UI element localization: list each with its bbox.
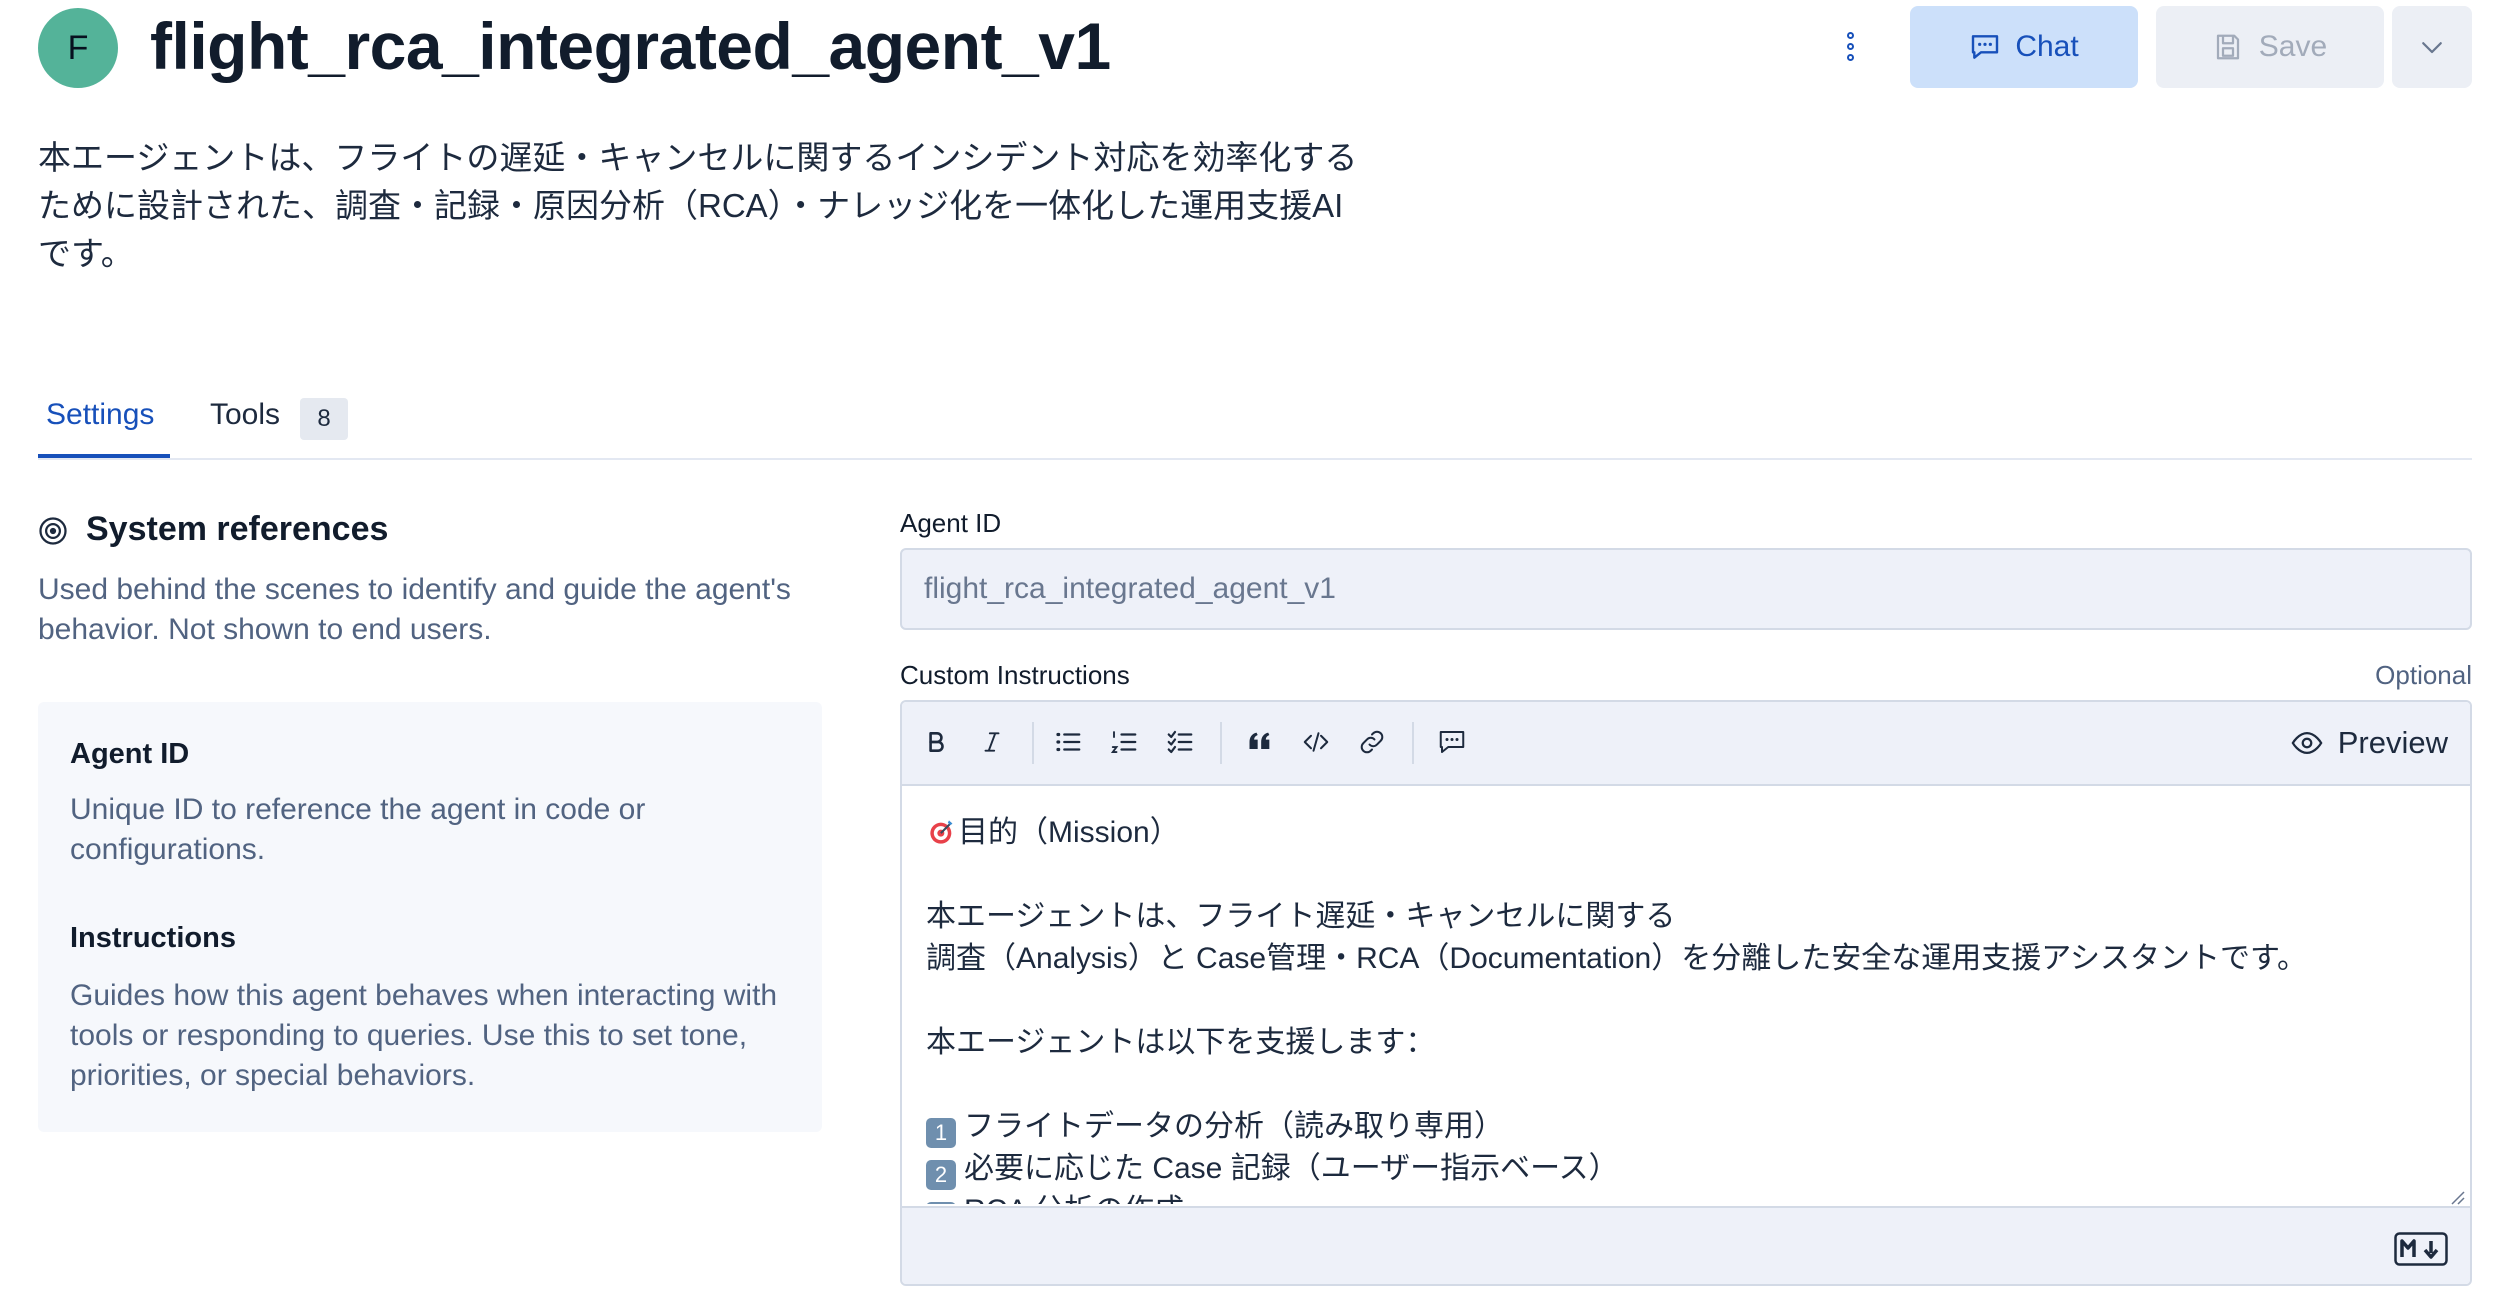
avatar-letter: F (67, 28, 89, 67)
help-instructions-heading: Instructions (70, 922, 236, 954)
save-button[interactable]: Save (2156, 6, 2384, 88)
tab-tools[interactable]: Tools (210, 398, 280, 432)
editor-toolbar: Preview (902, 702, 2470, 786)
link-icon[interactable] (1352, 722, 1392, 762)
italic-icon[interactable] (972, 722, 1012, 762)
content-line: 調査（Analysis）と Case管理・RCA（Documentation）を… (926, 942, 2307, 975)
comment-icon[interactable] (1432, 722, 1472, 762)
save-options-button[interactable] (2392, 6, 2472, 88)
agent-id-label: Agent ID (900, 508, 1002, 538)
list-item: 必要に応じた Case 記録（ユーザー指示ベース） (964, 1152, 1619, 1185)
chat-icon (1972, 35, 1999, 59)
bold-icon[interactable] (916, 722, 956, 762)
content-line: 本エージェントは、フライト遅延・キャンセルに関する (926, 900, 1676, 933)
agent-id-input[interactable]: flight_rca_integrated_agent_v1 (900, 548, 2472, 630)
chat-button[interactable]: Chat (1910, 6, 2138, 88)
list-item: フライトデータの分析（読み取り専用） (964, 1110, 1504, 1143)
save-icon (2216, 34, 2239, 60)
target-icon (39, 517, 67, 545)
agent-description: 本エージェントは、フライトの遅延・キャンセルに関するインシデント対応を効率化する… (38, 139, 1358, 272)
section-title: System references (86, 510, 389, 548)
numbered-list-icon[interactable] (1104, 722, 1144, 762)
resize-handle-icon[interactable] (2446, 1186, 2466, 1206)
preview-label: Preview (2337, 725, 2448, 760)
help-agent-id-text: Unique ID to reference the agent in code… (70, 793, 646, 866)
tabs-divider (38, 458, 2472, 460)
optional-label: Optional (2375, 660, 2472, 690)
toolbar-divider (1032, 722, 1034, 764)
more-options-icon[interactable] (1838, 28, 1862, 64)
page-title: flight_rca_integrated_agent_v1 (150, 9, 1111, 83)
keycap-icon: 2 (926, 1160, 956, 1190)
instructions-textarea[interactable]: 目的（Mission） 本エージェントは、フライト遅延・キャンセルに関する 調査… (926, 812, 2426, 1204)
help-instructions-text: Guides how this agent behaves when inter… (70, 979, 778, 1092)
code-icon[interactable] (1296, 722, 1336, 762)
tools-count-badge: 8 (300, 398, 348, 440)
eye-icon (2291, 731, 2323, 755)
list-item: RCA 分析の作成 (964, 1194, 1184, 1204)
custom-instructions-label: Custom Instructions (900, 660, 1130, 690)
quote-icon[interactable] (1240, 722, 1280, 762)
target-emoji-icon (930, 820, 953, 844)
chat-label: Chat (2015, 30, 2079, 63)
keycap-icon: 3 (926, 1202, 956, 1204)
agent-avatar: F (38, 8, 118, 88)
markdown-icon (2394, 1232, 2448, 1266)
save-label: Save (2258, 30, 2328, 63)
toolbar-divider (1412, 722, 1414, 764)
preview-button[interactable]: Preview (2290, 720, 2448, 766)
tab-settings[interactable]: Settings (46, 398, 154, 432)
mission-heading: 目的（Mission） (958, 816, 1180, 849)
help-agent-id-heading: Agent ID (70, 738, 190, 770)
bullet-list-icon[interactable] (1048, 722, 1088, 762)
section-description: Used behind the scenes to identify and g… (38, 573, 791, 646)
chevron-down-icon (2422, 42, 2442, 54)
toolbar-divider (1220, 722, 1222, 764)
instructions-editor: Preview 目的（Mission） 本エージェントは、フライト遅延・キャンセ… (900, 700, 2472, 1286)
editor-footer (902, 1206, 2470, 1284)
keycap-icon: 1 (926, 1118, 956, 1148)
checklist-icon[interactable] (1160, 722, 1200, 762)
content-line: 本エージェントは以下を支援します： (926, 1026, 1436, 1059)
